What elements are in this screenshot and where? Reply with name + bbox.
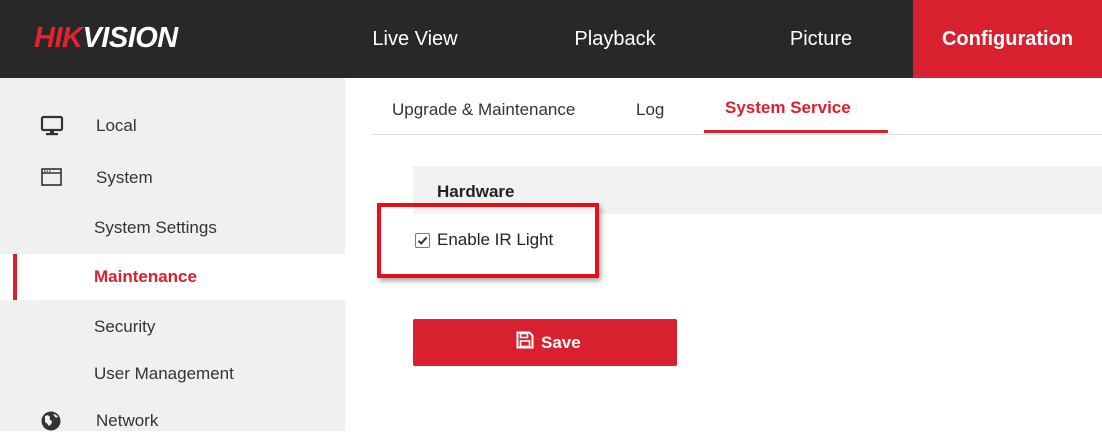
sidebar: Local System System Settings Maintenance… (0, 78, 345, 431)
sidebar-item-system[interactable]: System (0, 155, 345, 201)
globe-icon (40, 410, 66, 432)
sidebar-item-label: System Settings (94, 218, 217, 237)
sidebar-item-network[interactable]: Network (0, 398, 345, 444)
sidebar-item-maintenance[interactable]: Maintenance (0, 254, 345, 300)
nav-picture[interactable]: Picture (762, 0, 880, 78)
sidebar-item-label: User Management (94, 364, 234, 383)
nav-configuration[interactable]: Configuration (913, 0, 1102, 78)
tab-system-service[interactable]: System Service (725, 98, 851, 118)
tab-upgrade-maintenance[interactable]: Upgrade & Maintenance (392, 100, 575, 120)
floppy-disk-icon (516, 331, 534, 354)
nav-live-view[interactable]: Live View (360, 0, 470, 78)
save-button[interactable]: Save (413, 319, 677, 366)
sidebar-item-security[interactable]: Security (0, 304, 345, 350)
sidebar-item-user-management[interactable]: User Management (0, 351, 345, 397)
tab-bar: Upgrade & Maintenance Log System Service (372, 78, 1102, 135)
sidebar-item-label: Maintenance (94, 267, 197, 286)
sidebar-item-local[interactable]: Local (0, 103, 345, 149)
sidebar-item-label: Network (96, 411, 159, 430)
sidebar-item-label: Security (94, 317, 156, 336)
save-button-label: Save (541, 333, 581, 352)
sidebar-item-label: Local (96, 116, 137, 135)
window-icon (40, 167, 66, 189)
nav-playback[interactable]: Playback (556, 0, 674, 78)
highlight-box (377, 203, 599, 278)
top-navigation-bar: HIKVISION Live View Playback Picture Con… (0, 0, 1102, 78)
monitor-icon (40, 115, 66, 137)
sidebar-item-label: System (96, 168, 153, 187)
active-tab-underline (704, 130, 888, 133)
tab-log[interactable]: Log (636, 100, 664, 120)
sidebar-item-system-settings[interactable]: System Settings (0, 205, 345, 251)
section-title: Hardware (437, 182, 515, 201)
active-indicator (13, 254, 17, 300)
hikvision-logo: HIKVISION (34, 22, 178, 54)
